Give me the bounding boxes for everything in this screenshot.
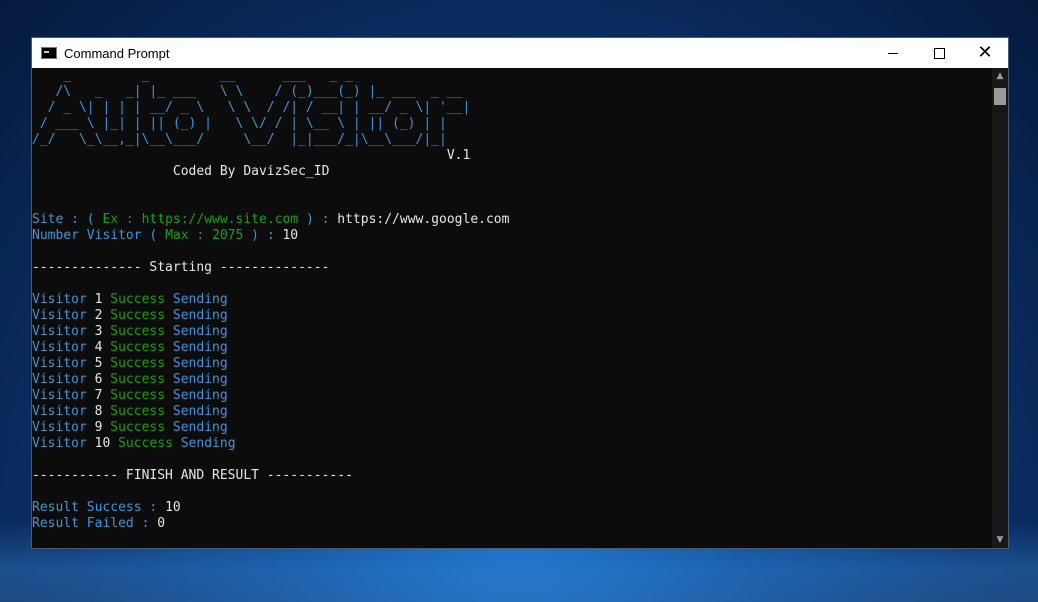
site-prompt-label: Site : (	[32, 212, 103, 227]
finish-divider: ----------- FINISH AND RESULT ----------…	[32, 468, 353, 483]
visitor-number: 5	[94, 356, 103, 371]
visitor-label: Visitor	[32, 292, 87, 307]
scroll-down-arrow-icon[interactable]: ▼	[992, 532, 1008, 548]
title-bar[interactable]: Command Prompt ✕	[32, 38, 1008, 68]
visitor-number: 4	[94, 340, 103, 355]
visitor-log-line: Visitor 3 Success Sending	[32, 324, 992, 340]
visitor-action: Sending	[172, 404, 228, 419]
visitor-label: Visitor	[32, 372, 87, 387]
visitor-log-line: Visitor 1 Success Sending	[32, 292, 992, 308]
banner-line: _ _ __ ___ _ _	[32, 68, 439, 83]
visitor-status: Success	[118, 436, 173, 451]
result-failed-line: Result Failed : 0	[32, 516, 992, 532]
site-prompt-close: ) :	[298, 212, 338, 227]
visitor-log-line: Visitor 9 Success Sending	[32, 420, 992, 436]
visitor-prompt-close: ) :	[243, 228, 283, 243]
visitor-status: Success	[110, 292, 166, 307]
visitor-label: Visitor	[32, 324, 87, 339]
visitor-action: Sending	[172, 324, 228, 339]
vertical-scrollbar[interactable]: ▲ ▼	[992, 68, 1008, 548]
visitor-status: Success	[110, 340, 166, 355]
visitor-status: Success	[110, 404, 166, 419]
visitor-action: Sending	[172, 420, 228, 435]
visitor-log-line: Visitor 7 Success Sending	[32, 388, 992, 404]
close-button[interactable]: ✕	[962, 38, 1008, 68]
result-failed-value: 0	[157, 516, 166, 531]
banner-line: / ___ \ |_| | || (_) | \ \/ / | \__ \ | …	[32, 116, 447, 131]
visitor-status: Success	[110, 420, 166, 435]
visitor-log-line: Visitor 8 Success Sending	[32, 404, 992, 420]
site-input-value: https://www.google.com	[337, 212, 510, 227]
maximize-icon	[933, 47, 945, 59]
coded-by-text: Coded By DavizSec_ID	[32, 164, 330, 179]
command-prompt-window[interactable]: Command Prompt ✕ _ _ __ ___ _ _ /\ _ _| …	[31, 37, 1009, 549]
visitor-max: Max : 2075	[165, 228, 244, 243]
visitor-action: Sending	[172, 388, 228, 403]
site-example: Ex : https://www.site.com	[102, 212, 299, 227]
visitor-number: 10	[94, 436, 111, 451]
visitor-number: 7	[94, 388, 103, 403]
visitor-log-line: Visitor 4 Success Sending	[32, 340, 992, 356]
visitor-label: Visitor	[32, 404, 87, 419]
site-prompt-line: Site : ( Ex : https://www.site.com ) : h…	[32, 212, 992, 228]
visitor-action: Sending	[172, 292, 228, 307]
visitor-number: 3	[94, 324, 103, 339]
visitor-number: 2	[94, 308, 103, 323]
starting-divider: -------------- Starting --------------	[32, 260, 330, 275]
minimize-button[interactable]	[870, 38, 916, 68]
console-output[interactable]: _ _ __ ___ _ _ /\ _ _| |_ ___ \ \ / (_)_…	[32, 68, 992, 548]
visitor-status: Success	[110, 356, 166, 371]
close-icon: ✕	[977, 42, 993, 63]
visitor-action: Sending	[172, 372, 228, 387]
visitor-number: 1	[94, 292, 103, 307]
visitor-log-line: Visitor 2 Success Sending	[32, 308, 992, 324]
version-text: V.1	[32, 148, 471, 163]
banner-line: /\ _ _| |_ ___ \ \ / (_)___(_) |_ ___ _ …	[32, 84, 463, 99]
cmd-icon	[41, 47, 57, 59]
visitor-log-line: Visitor 5 Success Sending	[32, 356, 992, 372]
visitor-label: Visitor	[32, 436, 87, 451]
visitor-prompt-line: Number Visitor ( Max : 2075 ) : 10	[32, 228, 992, 244]
visitor-status: Success	[110, 308, 166, 323]
result-failed-label: Result Failed :	[32, 516, 158, 531]
visitor-action: Sending	[172, 356, 228, 371]
banner-line: / _ \| | | | __/ _ \ \ \ / /| / __| | __…	[32, 100, 471, 115]
visitor-action: Sending	[172, 340, 228, 355]
result-success-label: Result Success :	[32, 500, 166, 515]
visitor-prompt-label: Number Visitor (	[32, 228, 166, 243]
visitor-status: Success	[110, 324, 166, 339]
visitor-action: Sending	[172, 308, 228, 323]
visitor-number: 9	[94, 420, 103, 435]
visitor-number: 8	[94, 404, 103, 419]
visitor-number: 6	[94, 372, 103, 387]
window-title: Command Prompt	[64, 45, 170, 61]
scrollbar-thumb[interactable]	[994, 88, 1006, 105]
visitor-status: Success	[110, 388, 166, 403]
visitor-log-line: Visitor 10 Success Sending	[32, 436, 992, 452]
scroll-up-arrow-icon[interactable]: ▲	[992, 68, 1008, 84]
visitor-log-line: Visitor 6 Success Sending	[32, 372, 992, 388]
maximize-button[interactable]	[916, 38, 962, 68]
banner-line: /_/ \_\__,_|\__\___/ \__/ |_|___/_|\__\_…	[32, 132, 447, 147]
visitor-input-value: 10	[282, 228, 299, 243]
visitor-label: Visitor	[32, 340, 87, 355]
visitor-label: Visitor	[32, 388, 87, 403]
result-success-value: 10	[165, 500, 181, 515]
visitor-label: Visitor	[32, 420, 87, 435]
visitor-label: Visitor	[32, 308, 87, 323]
visitor-action: Sending	[180, 436, 236, 451]
minimize-icon	[888, 52, 898, 54]
result-success-line: Result Success : 10	[32, 500, 992, 516]
visitor-status: Success	[110, 372, 166, 387]
visitor-label: Visitor	[32, 356, 87, 371]
